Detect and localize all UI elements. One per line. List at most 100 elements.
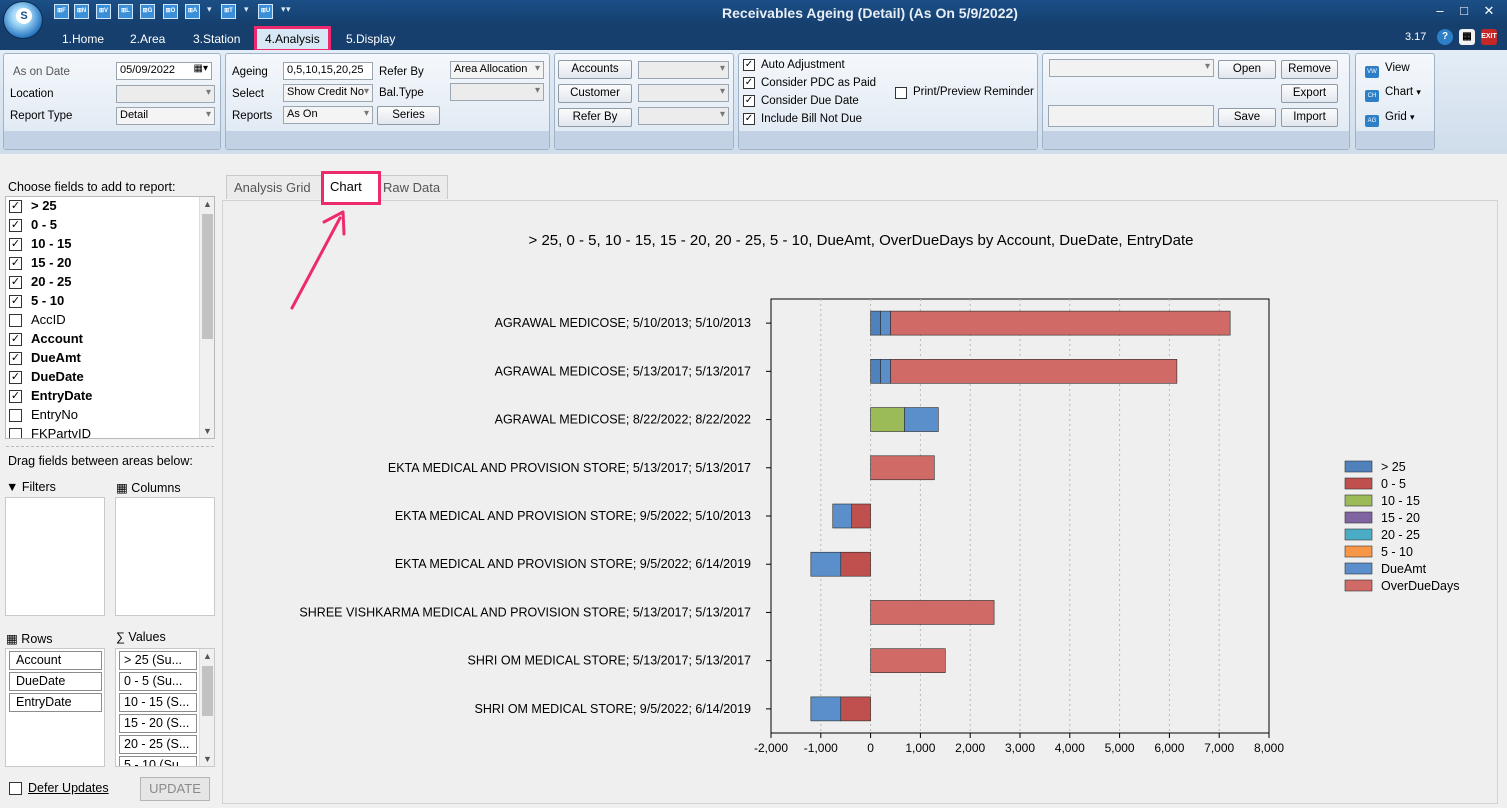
x-tick-label: 4,000 <box>1055 741 1085 755</box>
reports-select[interactable]: As On <box>283 106 373 124</box>
menu-station[interactable]: 3.Station <box>185 30 248 50</box>
open-button[interactable]: Open <box>1218 60 1276 79</box>
values-item[interactable]: 5 - 10 (Su... <box>119 756 197 766</box>
values-item[interactable]: > 25 (Su... <box>119 651 197 670</box>
include-bill-not-due-checkbox[interactable]: ✓ <box>743 113 755 125</box>
quick-access-f-button[interactable]: ⊞F <box>54 4 69 19</box>
calculator-icon[interactable]: ▦ <box>1459 29 1475 45</box>
bal-type-select[interactable] <box>450 83 544 101</box>
location-select[interactable] <box>116 85 215 103</box>
values-item[interactable]: 0 - 5 (Su... <box>119 672 197 691</box>
customer-button[interactable]: Customer <box>558 84 632 103</box>
field-label: AccID <box>31 312 66 327</box>
quick-access-dropdown-icon[interactable]: ▾ <box>286 4 291 15</box>
values-area[interactable]: > 25 (Su... 0 - 5 (Su... 10 - 15 (S... 15 -… <box>115 648 215 767</box>
quick-access-a-button[interactable]: ⊞A <box>185 4 200 19</box>
series-button[interactable]: Series <box>377 106 440 125</box>
remove-button[interactable]: Remove <box>1281 60 1338 79</box>
grid-button[interactable]: AG Grid ▾ <box>1365 111 1414 127</box>
print-preview-checkbox[interactable] <box>895 87 907 99</box>
export-button[interactable]: Export <box>1281 84 1338 103</box>
rows-item-entry-date[interactable]: EntryDate <box>9 693 102 712</box>
field-label: 15 - 20 <box>31 255 72 270</box>
import-button[interactable]: Import <box>1281 108 1338 127</box>
field-checkbox[interactable]: ✓ <box>9 276 22 289</box>
rows-icon: ▦ <box>6 632 18 646</box>
report-type-select[interactable]: Detail <box>116 107 215 125</box>
close-icon[interactable]: ✕ <box>1479 3 1499 19</box>
field-checkbox[interactable]: ✓ <box>9 352 22 365</box>
values-scrollbar[interactable]: ▲ ▼ <box>199 649 214 766</box>
layout-select[interactable] <box>1049 59 1214 77</box>
save-button[interactable]: Save <box>1218 108 1276 127</box>
maximize-icon[interactable]: □ <box>1454 3 1474 18</box>
field-checkbox[interactable]: ✓ <box>9 390 22 403</box>
auto-adjustment-checkbox[interactable]: ✓ <box>743 59 755 71</box>
field-checkbox[interactable]: ✓ <box>9 333 22 346</box>
defer-updates-checkbox[interactable] <box>9 782 22 795</box>
ageing-input[interactable]: 0,5,10,15,20,25 <box>283 62 373 80</box>
quick-access-t-button[interactable]: ⊞T <box>221 4 236 19</box>
layout-name-input[interactable] <box>1048 105 1214 127</box>
refer-by-filter-select[interactable] <box>638 107 729 125</box>
app-logo-icon[interactable]: S <box>3 1 43 39</box>
refer-by-button[interactable]: Refer By <box>558 108 632 127</box>
consider-due-date-checkbox[interactable]: ✓ <box>743 95 755 107</box>
field-checkbox[interactable]: ✓ <box>9 200 22 213</box>
values-item[interactable]: 20 - 25 (S... <box>119 735 197 754</box>
consider-pdc-checkbox[interactable]: ✓ <box>743 77 755 89</box>
exit-icon[interactable]: EXIT <box>1481 29 1497 45</box>
quick-access-arrow-icon[interactable]: ▾ <box>281 4 286 15</box>
rows-item-account[interactable]: Account <box>9 651 102 670</box>
view-button[interactable]: VW View <box>1365 62 1410 78</box>
splitter[interactable] <box>6 446 214 447</box>
customer-select[interactable] <box>638 84 729 102</box>
menu-area[interactable]: 2.Area <box>122 30 173 50</box>
quick-access-arrow-icon[interactable]: ▾ <box>207 4 212 15</box>
field-list-scrollbar[interactable]: ▲ ▼ <box>199 197 214 438</box>
quick-access-arrow-icon[interactable]: ▾ <box>244 4 249 15</box>
columns-area[interactable] <box>115 497 215 616</box>
values-item[interactable]: 10 - 15 (S... <box>119 693 197 712</box>
quick-access-g-button[interactable]: ⊞G <box>140 4 155 19</box>
rows-area[interactable]: Account DueDate EntryDate <box>5 648 105 767</box>
values-item[interactable]: 15 - 20 (S... <box>119 714 197 733</box>
field-checkbox[interactable]: ✓ <box>9 295 22 308</box>
accounts-button[interactable]: Accounts <box>558 60 632 79</box>
field-checkbox[interactable] <box>9 428 22 438</box>
quick-access-v-button[interactable]: ⊞V <box>96 4 111 19</box>
field-label: Account <box>31 331 83 346</box>
update-button[interactable]: UPDATE <box>140 777 210 801</box>
field-list[interactable]: ✓ > 25 ✓ 0 - 5 ✓ 10 - 15 ✓ 15 - 20 ✓ 20 - 25 ✓ 5 - … <box>5 196 215 439</box>
field-label: 5 - 10 <box>31 293 65 308</box>
minimize-icon[interactable]: – <box>1430 3 1450 18</box>
quick-access-l-button[interactable]: ⊞L <box>118 4 133 19</box>
menu-display[interactable]: 5.Display <box>338 30 403 50</box>
accounts-select[interactable] <box>638 61 729 79</box>
field-checkbox[interactable]: ✓ <box>9 219 22 232</box>
quick-access-u-button[interactable]: ⊞U <box>258 4 273 19</box>
field-checkbox[interactable] <box>9 314 22 327</box>
sigma-icon: ∑ <box>116 630 125 644</box>
field-checkbox[interactable]: ✓ <box>9 238 22 251</box>
refer-by-select[interactable]: Area Allocation <box>450 61 544 79</box>
rows-item-due-date[interactable]: DueDate <box>9 672 102 691</box>
select-select[interactable]: Show Credit No <box>283 84 373 102</box>
menu-analysis[interactable]: 4.Analysis <box>254 26 331 52</box>
as-on-date-field[interactable]: 05/09/2022 ▦▾ <box>116 62 212 80</box>
annotation-arrow <box>290 210 346 310</box>
field-checkbox[interactable]: ✓ <box>9 257 22 270</box>
tab-analysis-grid[interactable]: Analysis Grid <box>226 175 323 199</box>
legend-label: 20 - 25 <box>1381 528 1420 542</box>
tab-raw-data[interactable]: Raw Data <box>375 175 448 199</box>
chart: > 25, 0 - 5, 10 - 15, 15 - 20, 20 - 25, … <box>299 232 1459 755</box>
filters-area[interactable] <box>5 497 105 616</box>
quick-access-n-button[interactable]: ⊞N <box>74 4 89 19</box>
chart-button[interactable]: CH Chart ▾ <box>1365 86 1421 102</box>
quick-access-o-button[interactable]: ⊞O <box>163 4 178 19</box>
field-checkbox[interactable]: ✓ <box>9 371 22 384</box>
location-label: Location <box>10 88 54 100</box>
help-icon[interactable]: ? <box>1437 29 1453 45</box>
field-checkbox[interactable] <box>9 409 22 422</box>
menu-home[interactable]: 1.Home <box>54 30 112 50</box>
